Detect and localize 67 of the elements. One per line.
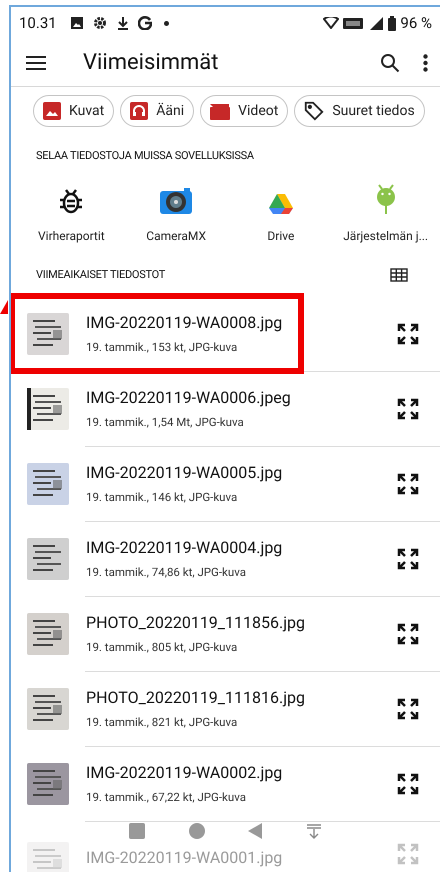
menu-icon xyxy=(26,56,46,70)
more-options-icon xyxy=(422,54,428,72)
file-details: 19. tammik., 74,86 kt, JPG-kuva xyxy=(86,564,247,582)
battery-percentage: 96 % xyxy=(400,12,432,34)
volte-icon xyxy=(343,18,364,28)
file-name: IMG-20220119-WA0002.jpg xyxy=(86,762,284,784)
app-shortcut[interactable]: Järjestelmän j... xyxy=(333,180,438,244)
filter-chip[interactable]: Kuvat xyxy=(33,95,114,127)
screen-title: Viimeisimmät xyxy=(83,49,218,77)
filter-chip[interactable]: Ääni xyxy=(120,95,194,127)
file-row[interactable]: IMG-20220119-WA0004.jpg 19. tammik., 74,86 kt, JPG-kuva xyxy=(11,522,440,596)
home-button[interactable] xyxy=(188,823,205,839)
file-name: IMG-20220119-WA0006.jpeg xyxy=(86,387,292,410)
dot-icon xyxy=(164,20,169,26)
bug-icon xyxy=(58,186,84,214)
download-icon xyxy=(116,16,129,30)
section-heading: SELAA TIEDOSTOJA MUISSA SOVELLUKSISSA xyxy=(35,148,255,164)
arrow-tip-icon xyxy=(0,300,8,314)
file-name: IMG-20220119-WA0004.jpg xyxy=(86,537,284,560)
clapperboard-icon xyxy=(209,101,232,121)
app-shortcut[interactable]: Virheraportit xyxy=(19,180,124,244)
expand-icon[interactable] xyxy=(396,397,420,421)
image-icon xyxy=(70,17,83,29)
file-name: PHOTO_20220119_111856.jpg xyxy=(86,612,306,634)
image-icon xyxy=(42,101,62,121)
filter-chip[interactable]: Suuret tiedos xyxy=(294,95,425,127)
headphones-icon xyxy=(129,101,150,121)
search-icon xyxy=(380,52,400,72)
file-row[interactable]: IMG-20220119-WA0006.jpeg 19. tammik., 1,54 Mt, JPG-kuva xyxy=(11,372,440,446)
file-details: 19. tammik., 805 kt, JPG-kuva xyxy=(86,639,238,656)
back-button[interactable] xyxy=(248,823,262,839)
file-row[interactable]: IMG-20220119-WA0002.jpg 19. tammik., 67,22 kt, JPG-kuva xyxy=(11,747,440,821)
app-shortcut[interactable]: CameraMX xyxy=(124,180,228,244)
file-row[interactable]: IMG-20220119-WA0005.jpg 19. tammik., 146 kt, JPG-kuva xyxy=(11,447,440,521)
file-details: 19. tammik., 1,54 Mt, JPG-kuva xyxy=(86,414,245,432)
status-time: 10.31 xyxy=(19,12,57,34)
file-name: IMG-20220119-WA0001.jpg xyxy=(86,847,284,869)
file-name: IMG-20220119-WA0005.jpg xyxy=(86,462,284,484)
section-heading: VIIMEAIKAISET TIEDOSTOT xyxy=(36,266,166,282)
triangle-logo-icon xyxy=(268,192,293,214)
gear-icon xyxy=(92,16,107,30)
file-name: PHOTO_20220119_111816.jpg xyxy=(86,687,306,710)
recents-button[interactable] xyxy=(128,823,145,839)
signal-icon xyxy=(369,16,384,30)
file-details: 19. tammik., 67,22 kt, JPG-kuva xyxy=(86,789,247,806)
expand-icon[interactable] xyxy=(396,622,420,646)
wifi-icon xyxy=(323,17,340,29)
file-row[interactable]: PHOTO_20220119_111816.jpg 19. tammik., 821 kt, JPG-kuva xyxy=(11,672,440,746)
expand-icon[interactable] xyxy=(396,322,420,346)
app-shortcut[interactable]: Drive xyxy=(228,180,334,244)
file-details: 19. tammik., 153 kt, JPG-kuva xyxy=(86,339,238,356)
expand-icon[interactable] xyxy=(396,772,420,796)
notification-pull-icon[interactable] xyxy=(306,823,322,839)
tag-icon xyxy=(303,100,326,122)
file-details: 19. tammik., 821 kt, JPG-kuva xyxy=(86,714,238,732)
grid-view-icon[interactable] xyxy=(390,268,408,282)
file-name: IMG-20220119-WA0008.jpg xyxy=(86,312,284,334)
expand-icon[interactable] xyxy=(396,697,420,721)
expand-icon[interactable] xyxy=(396,472,420,496)
file-row[interactable]: IMG-20220119-WA0008.jpg 19. tammik., 153 kt, JPG-kuva xyxy=(11,297,440,371)
battery-icon xyxy=(388,16,396,30)
expand-icon[interactable] xyxy=(396,547,420,571)
camera-icon xyxy=(159,186,194,214)
g-logo-icon xyxy=(138,16,152,30)
filter-chip[interactable]: Videot xyxy=(200,95,288,127)
file-details: 19. tammik., 146 kt, JPG-kuva xyxy=(86,489,238,506)
file-row[interactable]: PHOTO_20220119_111856.jpg 19. tammik., 805 kt, JPG-kuva xyxy=(11,597,440,671)
